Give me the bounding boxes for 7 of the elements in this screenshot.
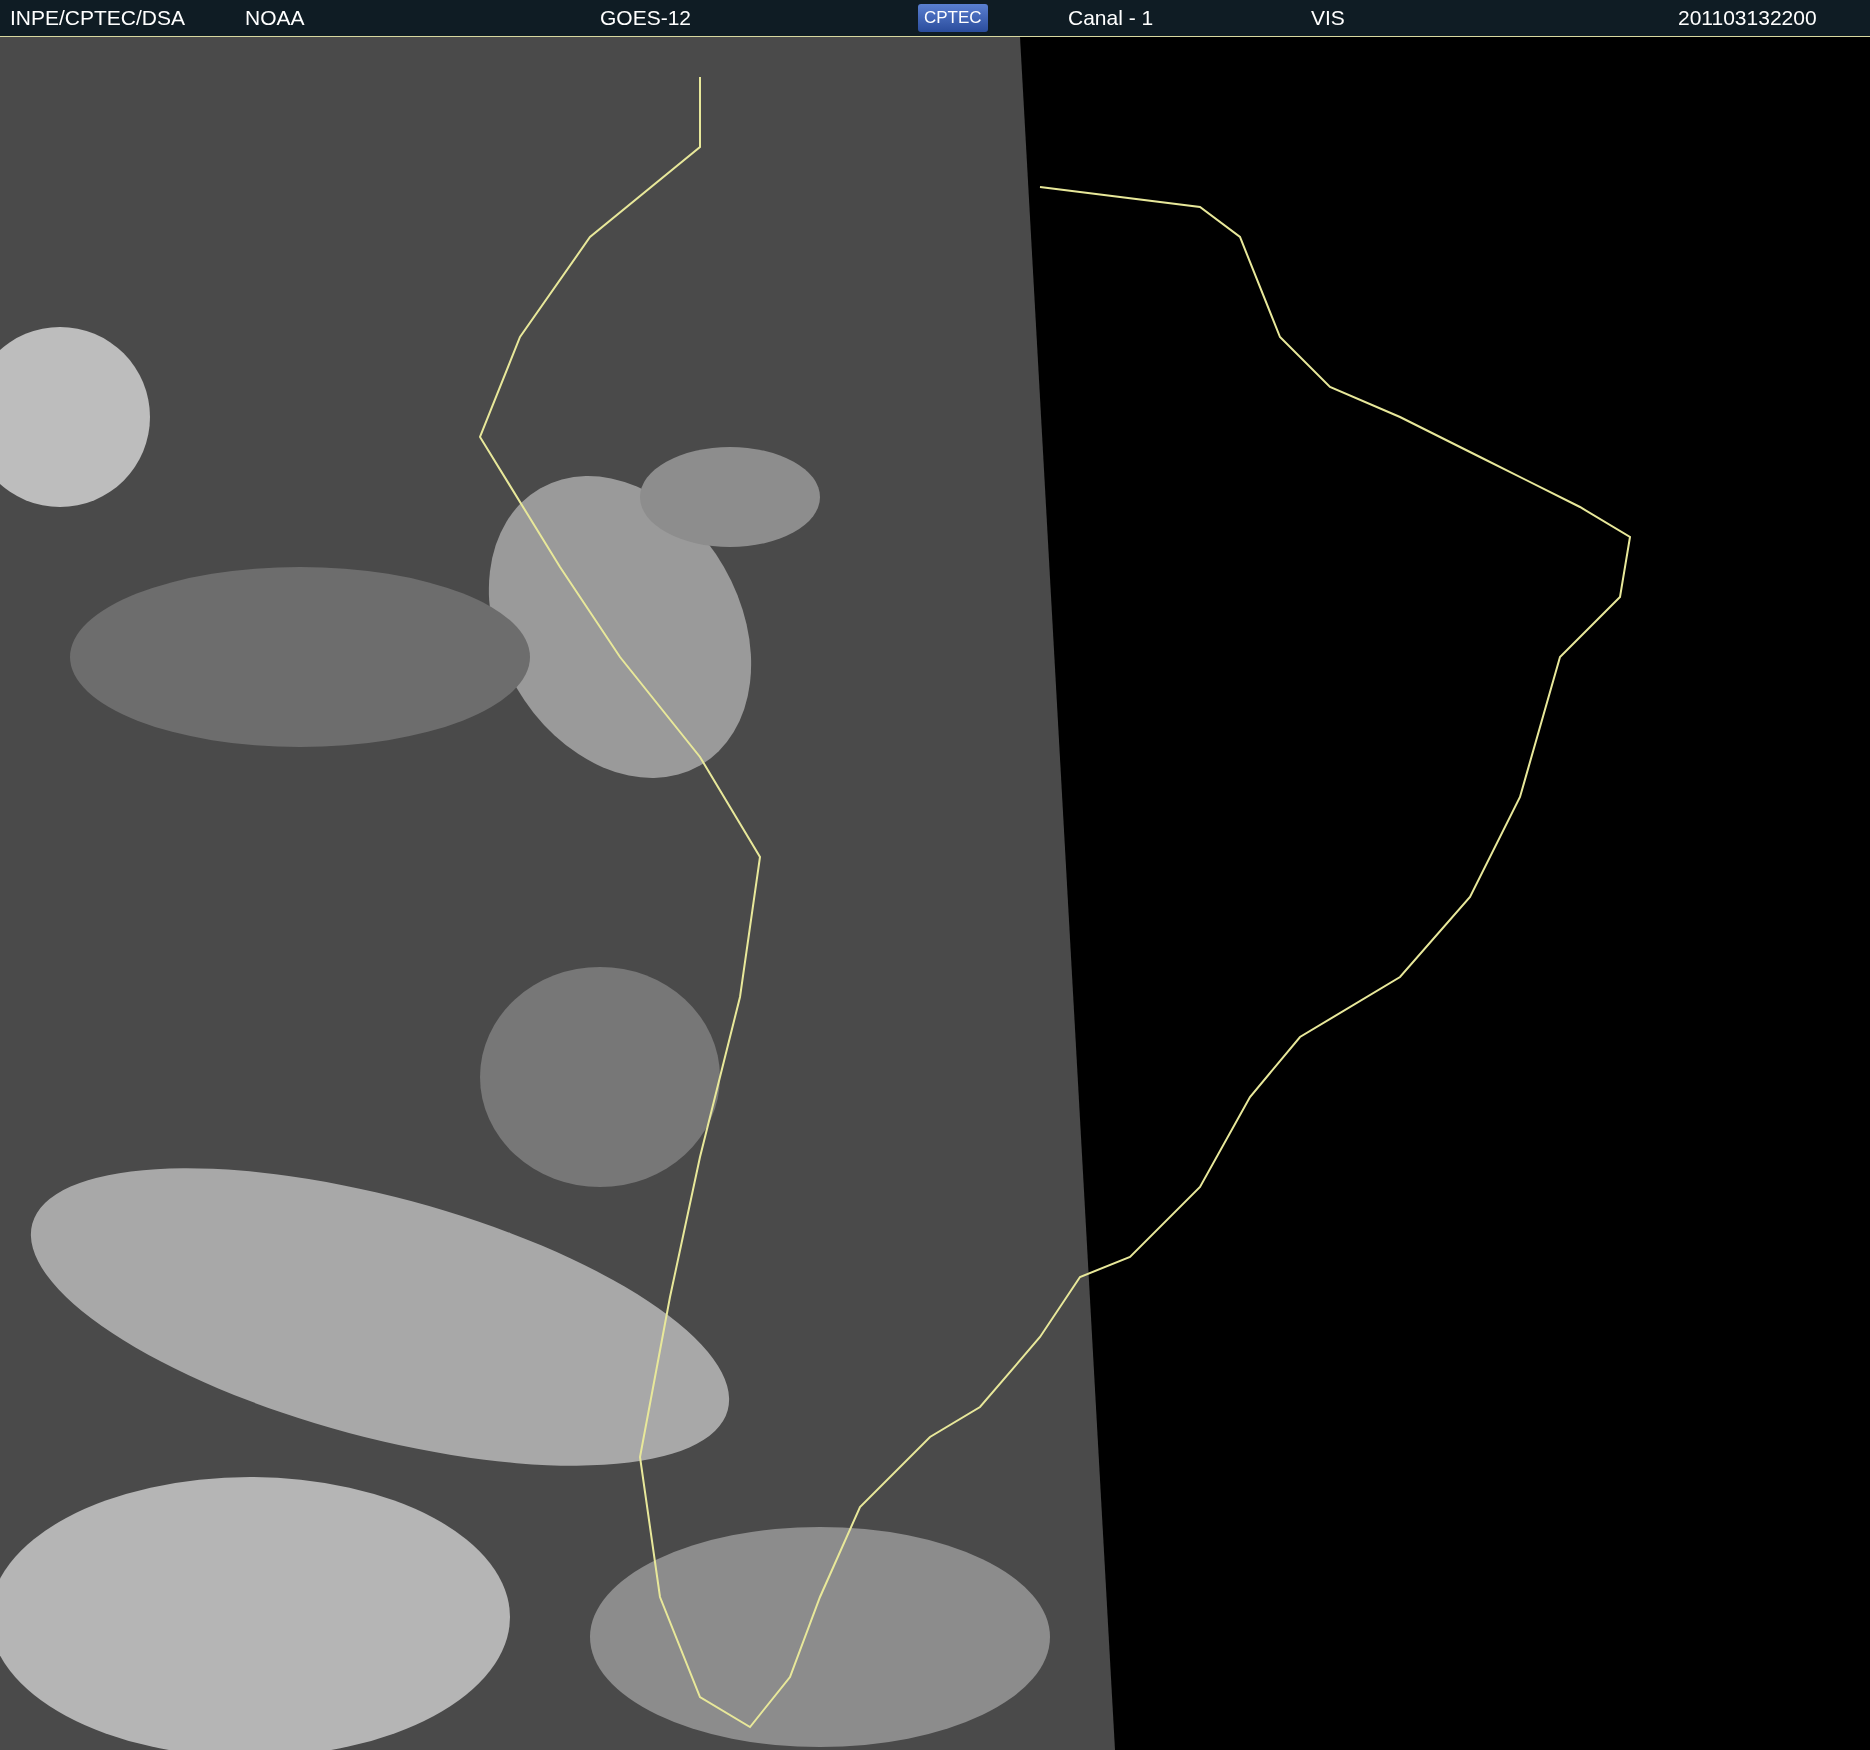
header-label: VIS [1311, 6, 1345, 30]
header-label: 201103132200 [1678, 6, 1817, 30]
header-label: INPE/CPTEC/DSA [10, 6, 186, 30]
header-label: Canal - 1 [1068, 6, 1154, 30]
logo: CPTEC [918, 4, 988, 32]
header-label: GOES-12 [600, 6, 692, 30]
header-label: NOAA [245, 6, 305, 30]
